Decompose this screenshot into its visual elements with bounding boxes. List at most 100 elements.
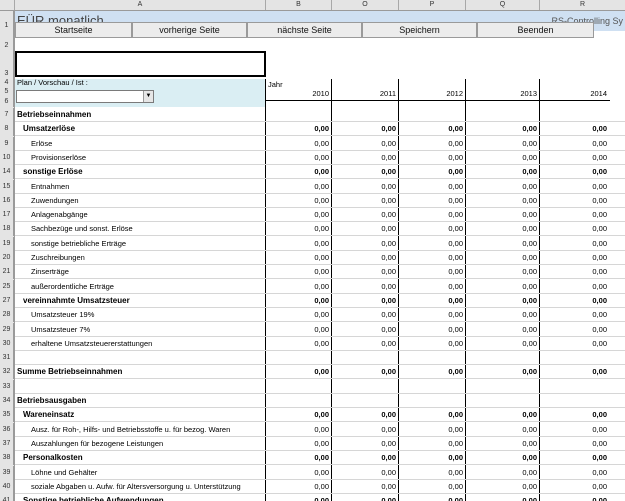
value-cell[interactable]: 0,00 bbox=[266, 323, 332, 337]
value-cell[interactable]: 0,00 bbox=[332, 408, 399, 422]
value-cell[interactable]: 0,00 bbox=[399, 294, 466, 308]
row-label[interactable]: Umsatzerlöse bbox=[15, 122, 265, 136]
value-cell[interactable]: 0,00 bbox=[266, 251, 332, 265]
value-cell[interactable]: 0,00 bbox=[540, 423, 610, 437]
row-number[interactable]: 35 bbox=[0, 408, 14, 422]
row-number[interactable]: 17 bbox=[0, 208, 14, 222]
row-number[interactable]: 33 bbox=[0, 380, 14, 394]
row-number[interactable]: 18 bbox=[0, 222, 14, 236]
value-cell[interactable]: 0,00 bbox=[466, 151, 540, 165]
value-cell[interactable]: 0,00 bbox=[332, 237, 399, 251]
row-number[interactable]: 19 bbox=[0, 237, 14, 251]
value-cell[interactable]: 0,00 bbox=[332, 294, 399, 308]
value-cell[interactable]: 0,00 bbox=[332, 222, 399, 236]
value-cell[interactable]: 0,00 bbox=[266, 151, 332, 165]
value-cell[interactable]: 0,00 bbox=[466, 208, 540, 222]
value-cell[interactable]: 0,00 bbox=[266, 337, 332, 351]
value-cell[interactable]: 0,00 bbox=[332, 265, 399, 279]
value-cell[interactable]: 0,00 bbox=[540, 437, 610, 451]
value-cell[interactable]: 0,00 bbox=[266, 365, 332, 379]
value-cell[interactable]: 0,00 bbox=[540, 294, 610, 308]
value-cell[interactable]: 0,00 bbox=[466, 122, 540, 136]
column-header-p[interactable]: P bbox=[399, 0, 466, 10]
value-cell[interactable]: 0,00 bbox=[466, 265, 540, 279]
value-cell[interactable]: 0,00 bbox=[332, 251, 399, 265]
plan-dropdown[interactable]: ▼ bbox=[16, 90, 154, 103]
row-label[interactable]: sonstige betriebliche Erträge bbox=[15, 237, 265, 251]
row-number[interactable]: 8 bbox=[0, 122, 14, 136]
row-label[interactable]: soziale Abgaben u. Aufw. für Altersverso… bbox=[15, 480, 265, 494]
value-cell[interactable]: 0,00 bbox=[399, 137, 466, 151]
row-number[interactable]: 31 bbox=[0, 351, 14, 365]
row-number[interactable]: 32 bbox=[0, 365, 14, 379]
value-cell[interactable]: 0,00 bbox=[332, 337, 399, 351]
value-cell[interactable]: 0,00 bbox=[266, 280, 332, 294]
value-cell[interactable]: 0,00 bbox=[399, 451, 466, 465]
value-cell[interactable]: 0,00 bbox=[266, 165, 332, 179]
value-cell[interactable]: 0,00 bbox=[466, 437, 540, 451]
value-cell[interactable]: 0,00 bbox=[399, 251, 466, 265]
value-cell[interactable]: 0,00 bbox=[266, 222, 332, 236]
value-cell[interactable]: 0,00 bbox=[266, 466, 332, 480]
value-cell[interactable]: 0,00 bbox=[540, 194, 610, 208]
row-label[interactable]: Sachbezüge und sonst. Erlöse bbox=[15, 222, 265, 236]
value-cell[interactable]: 0,00 bbox=[266, 480, 332, 494]
row-number[interactable]: 34 bbox=[0, 394, 14, 408]
value-cell[interactable]: 0,00 bbox=[540, 323, 610, 337]
value-cell[interactable]: 0,00 bbox=[399, 237, 466, 251]
row-number[interactable]: 1 bbox=[0, 11, 14, 31]
value-cell[interactable]: 0,00 bbox=[466, 308, 540, 322]
corner-cell[interactable] bbox=[0, 0, 15, 10]
value-cell[interactable]: 0,00 bbox=[466, 280, 540, 294]
value-cell[interactable]: 0,00 bbox=[332, 137, 399, 151]
value-cell[interactable]: 0,00 bbox=[266, 180, 332, 194]
selected-cell-a3[interactable] bbox=[15, 51, 266, 77]
value-cell[interactable]: 0,00 bbox=[399, 408, 466, 422]
row-number[interactable]: 25 bbox=[0, 280, 14, 294]
value-cell[interactable]: 0,00 bbox=[399, 151, 466, 165]
value-cell[interactable]: 0,00 bbox=[540, 222, 610, 236]
value-cell[interactable]: 0,00 bbox=[332, 165, 399, 179]
row-number[interactable]: 16 bbox=[0, 194, 14, 208]
value-cell[interactable]: 0,00 bbox=[540, 365, 610, 379]
row-number[interactable]: 20 bbox=[0, 251, 14, 265]
value-cell[interactable]: 0,00 bbox=[399, 180, 466, 194]
row-label[interactable]: Provisionserlöse bbox=[15, 151, 265, 165]
value-cell[interactable]: 0,00 bbox=[332, 194, 399, 208]
row-number[interactable]: 27 bbox=[0, 294, 14, 308]
value-cell[interactable]: 0,00 bbox=[399, 308, 466, 322]
value-cell[interactable]: 0,00 bbox=[540, 265, 610, 279]
value-cell[interactable]: 0,00 bbox=[466, 294, 540, 308]
value-cell[interactable]: 0,00 bbox=[266, 194, 332, 208]
column-header-o[interactable]: O bbox=[332, 0, 399, 10]
row-label[interactable]: erhaltene Umsatzsteuererstattungen bbox=[15, 337, 265, 351]
value-cell[interactable]: 0,00 bbox=[540, 494, 610, 501]
value-cell[interactable]: 0,00 bbox=[332, 208, 399, 222]
value-cell[interactable]: 0,00 bbox=[540, 237, 610, 251]
value-cell[interactable]: 0,00 bbox=[399, 222, 466, 236]
value-cell[interactable]: 0,00 bbox=[466, 251, 540, 265]
value-cell[interactable]: 0,00 bbox=[399, 337, 466, 351]
value-cell[interactable]: 0,00 bbox=[332, 451, 399, 465]
value-cell[interactable]: 0,00 bbox=[332, 180, 399, 194]
column-header-r[interactable]: R bbox=[540, 0, 625, 10]
row-label[interactable]: Zuwendungen bbox=[15, 194, 265, 208]
value-cell[interactable]: 0,00 bbox=[466, 466, 540, 480]
value-cell[interactable]: 0,00 bbox=[399, 423, 466, 437]
row-number[interactable]: 39 bbox=[0, 466, 14, 480]
value-cell[interactable]: 0,00 bbox=[540, 408, 610, 422]
row-number[interactable]: 36 bbox=[0, 423, 14, 437]
value-cell[interactable]: 0,00 bbox=[332, 494, 399, 501]
row-number[interactable]: 4 bbox=[0, 79, 14, 87]
value-cell[interactable]: 0,00 bbox=[399, 165, 466, 179]
value-cell[interactable]: 0,00 bbox=[266, 208, 332, 222]
row-label[interactable]: Zuschreibungen bbox=[15, 251, 265, 265]
value-cell[interactable]: 0,00 bbox=[266, 437, 332, 451]
value-cell[interactable]: 0,00 bbox=[466, 180, 540, 194]
value-cell[interactable]: 0,00 bbox=[540, 451, 610, 465]
value-cell[interactable]: 0,00 bbox=[540, 180, 610, 194]
value-cell[interactable]: 0,00 bbox=[266, 122, 332, 136]
row-label[interactable]: Umsatzsteuer 19% bbox=[15, 308, 265, 322]
value-cell[interactable]: 0,00 bbox=[332, 280, 399, 294]
row-label[interactable]: Personalkosten bbox=[15, 451, 265, 465]
